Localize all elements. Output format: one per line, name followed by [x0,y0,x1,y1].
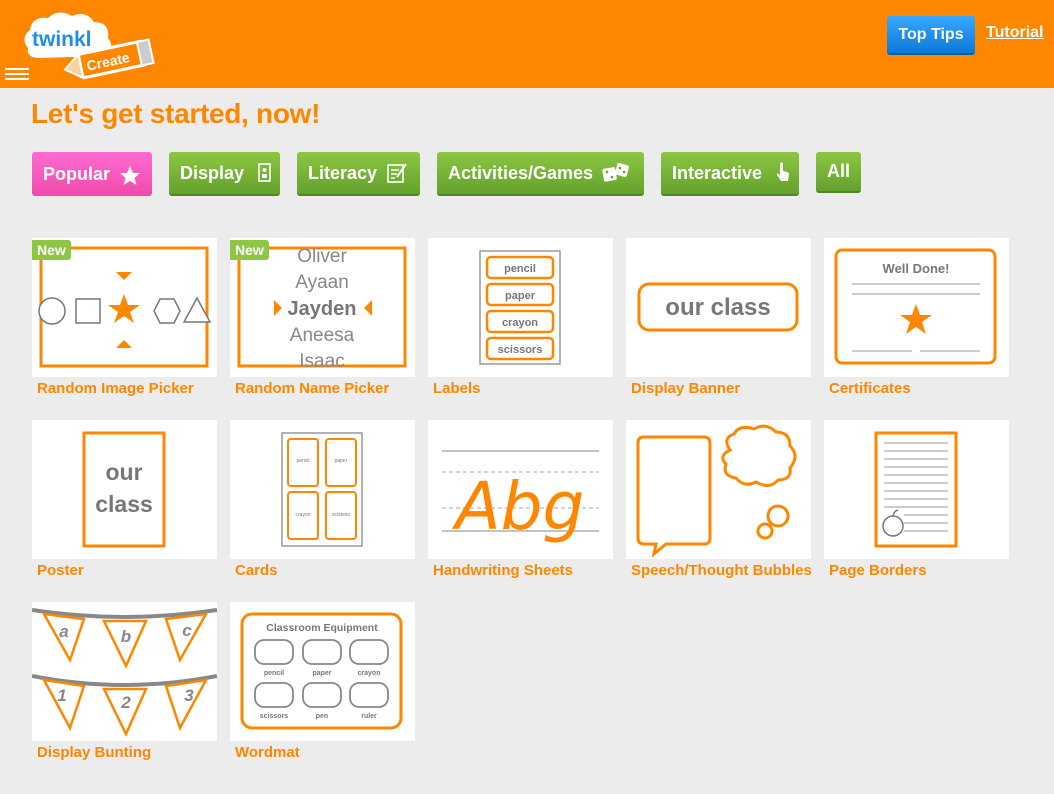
svg-text:Isaac: Isaac [299,351,344,372]
header: twinkl Create Top Tips Tutorial [0,0,1054,88]
filter-display-button[interactable]: Display [169,152,280,196]
tile-label: Poster [37,562,84,579]
speech-bubbles-thumbnail [636,424,797,558]
svg-text:class: class [95,491,153,517]
tile-label: Cards [235,562,278,579]
new-badge: New [32,240,71,260]
svg-text:crayon: crayon [295,512,310,518]
wordmat-thumbnail: Classroom Equipment pencil paper crayon … [240,612,403,730]
display-bunting-thumbnail: a b c 1 2 3 [32,608,217,737]
filter-label: Popular [43,163,111,184]
tile-thumbnail[interactable]: Abg [428,420,613,559]
tile-label: Display Bunting [37,744,152,761]
tile-thumbnail[interactable]: a b c 1 2 3 [32,602,217,741]
svg-text:Abg: Abg [452,468,585,545]
tile-thumbnail[interactable]: Classroom Equipment pencil paper crayon … [230,602,415,741]
handwriting-sheets-thumbnail: Abg [442,450,599,545]
tile-label: Display Banner [631,380,741,397]
labels-thumbnail: pencil paper crayon scissors [479,250,561,365]
filter-literacy-button[interactable]: Literacy [297,152,420,196]
tile-label: Handwriting Sheets [433,562,574,579]
svg-text:our class: our class [665,294,770,321]
tile-label: Random Image Picker [37,380,194,397]
filter-activities-games-button[interactable]: Activities/Games [437,152,644,196]
tile-label: Labels [433,380,481,397]
writing-icon [387,163,407,183]
tile-thumbnail[interactable]: our class [32,420,217,559]
svg-text:paper: paper [505,290,536,302]
display-banner-thumbnail: our class [637,282,799,332]
svg-text:our: our [105,459,142,485]
svg-text:pencil: pencil [296,458,309,464]
svg-text:Ayaan: Ayaan [295,272,349,293]
tile-label: Certificates [829,380,911,397]
svg-text:c: c [182,621,192,640]
cards-thumbnail: pencil paper crayon scissors [281,432,363,547]
poster-icon [258,163,271,182]
tile-thumbnail[interactable]: our class [626,238,811,377]
filter-popular-button[interactable]: Popular [32,152,152,196]
svg-text:Oliver: Oliver [297,246,347,267]
top-tips-button[interactable]: Top Tips [887,16,975,55]
svg-text:paper: paper [335,458,348,464]
tile-thumbnail[interactable] [824,420,1009,559]
svg-text:pen: pen [316,713,328,720]
svg-text:pencil: pencil [264,670,284,677]
certificates-thumbnail: Well Done! [834,248,997,365]
filter-label: Display [180,162,245,183]
new-badge: New [230,240,269,260]
filter-all-button[interactable]: All [816,152,861,193]
svg-text:Jayden: Jayden [288,298,357,320]
svg-text:scissors: scissors [498,344,543,356]
star-icon [120,166,141,185]
svg-text:Classroom Equipment: Classroom Equipment [266,622,378,634]
svg-text:twinkl: twinkl [32,28,92,51]
filter-label: Interactive [672,162,763,183]
svg-text:1: 1 [57,686,66,705]
tile-label: Random Name Picker [235,380,390,397]
page-borders-thumbnail [874,431,958,548]
tutorial-link[interactable]: Tutorial [986,24,1043,42]
menu-hamburger-icon[interactable] [5,68,29,84]
dice-icon [602,163,629,182]
tile-thumbnail[interactable]: Well Done! [824,238,1009,377]
tile-label: Speech/Thought Bubbles [631,562,812,579]
tile-thumbnail[interactable]: pencil paper crayon scissors [230,420,415,559]
svg-text:Aneesa: Aneesa [290,325,355,346]
tile-thumbnail[interactable]: pencil paper crayon scissors [428,238,613,377]
page-title: Let's get started, now! [31,98,321,129]
svg-text:a: a [59,622,68,641]
svg-text:scissors: scissors [332,512,351,518]
svg-text:pencil: pencil [504,263,536,275]
tile-thumbnail[interactable] [626,420,811,559]
tile-label: Wordmat [235,744,300,761]
twinkl-create-logo[interactable]: twinkl Create [20,10,160,80]
svg-text:paper: paper [312,670,331,677]
svg-text:crayon: crayon [502,317,538,329]
filter-interactive-button[interactable]: Interactive [661,152,799,196]
svg-text:Well Done!: Well Done! [883,261,950,276]
svg-text:ruler: ruler [361,713,377,720]
svg-text:scissors: scissors [260,713,289,720]
filter-label: All [827,161,851,181]
poster-thumbnail: our class [82,431,166,548]
filter-label: Literacy [308,162,378,183]
pointer-hand-icon [776,162,790,181]
svg-text:3: 3 [184,686,194,705]
svg-text:2: 2 [120,693,131,712]
filter-label: Activities/Games [448,162,594,183]
tile-label: Page Borders [829,562,927,579]
svg-text:b: b [121,627,131,646]
svg-text:crayon: crayon [358,670,381,677]
